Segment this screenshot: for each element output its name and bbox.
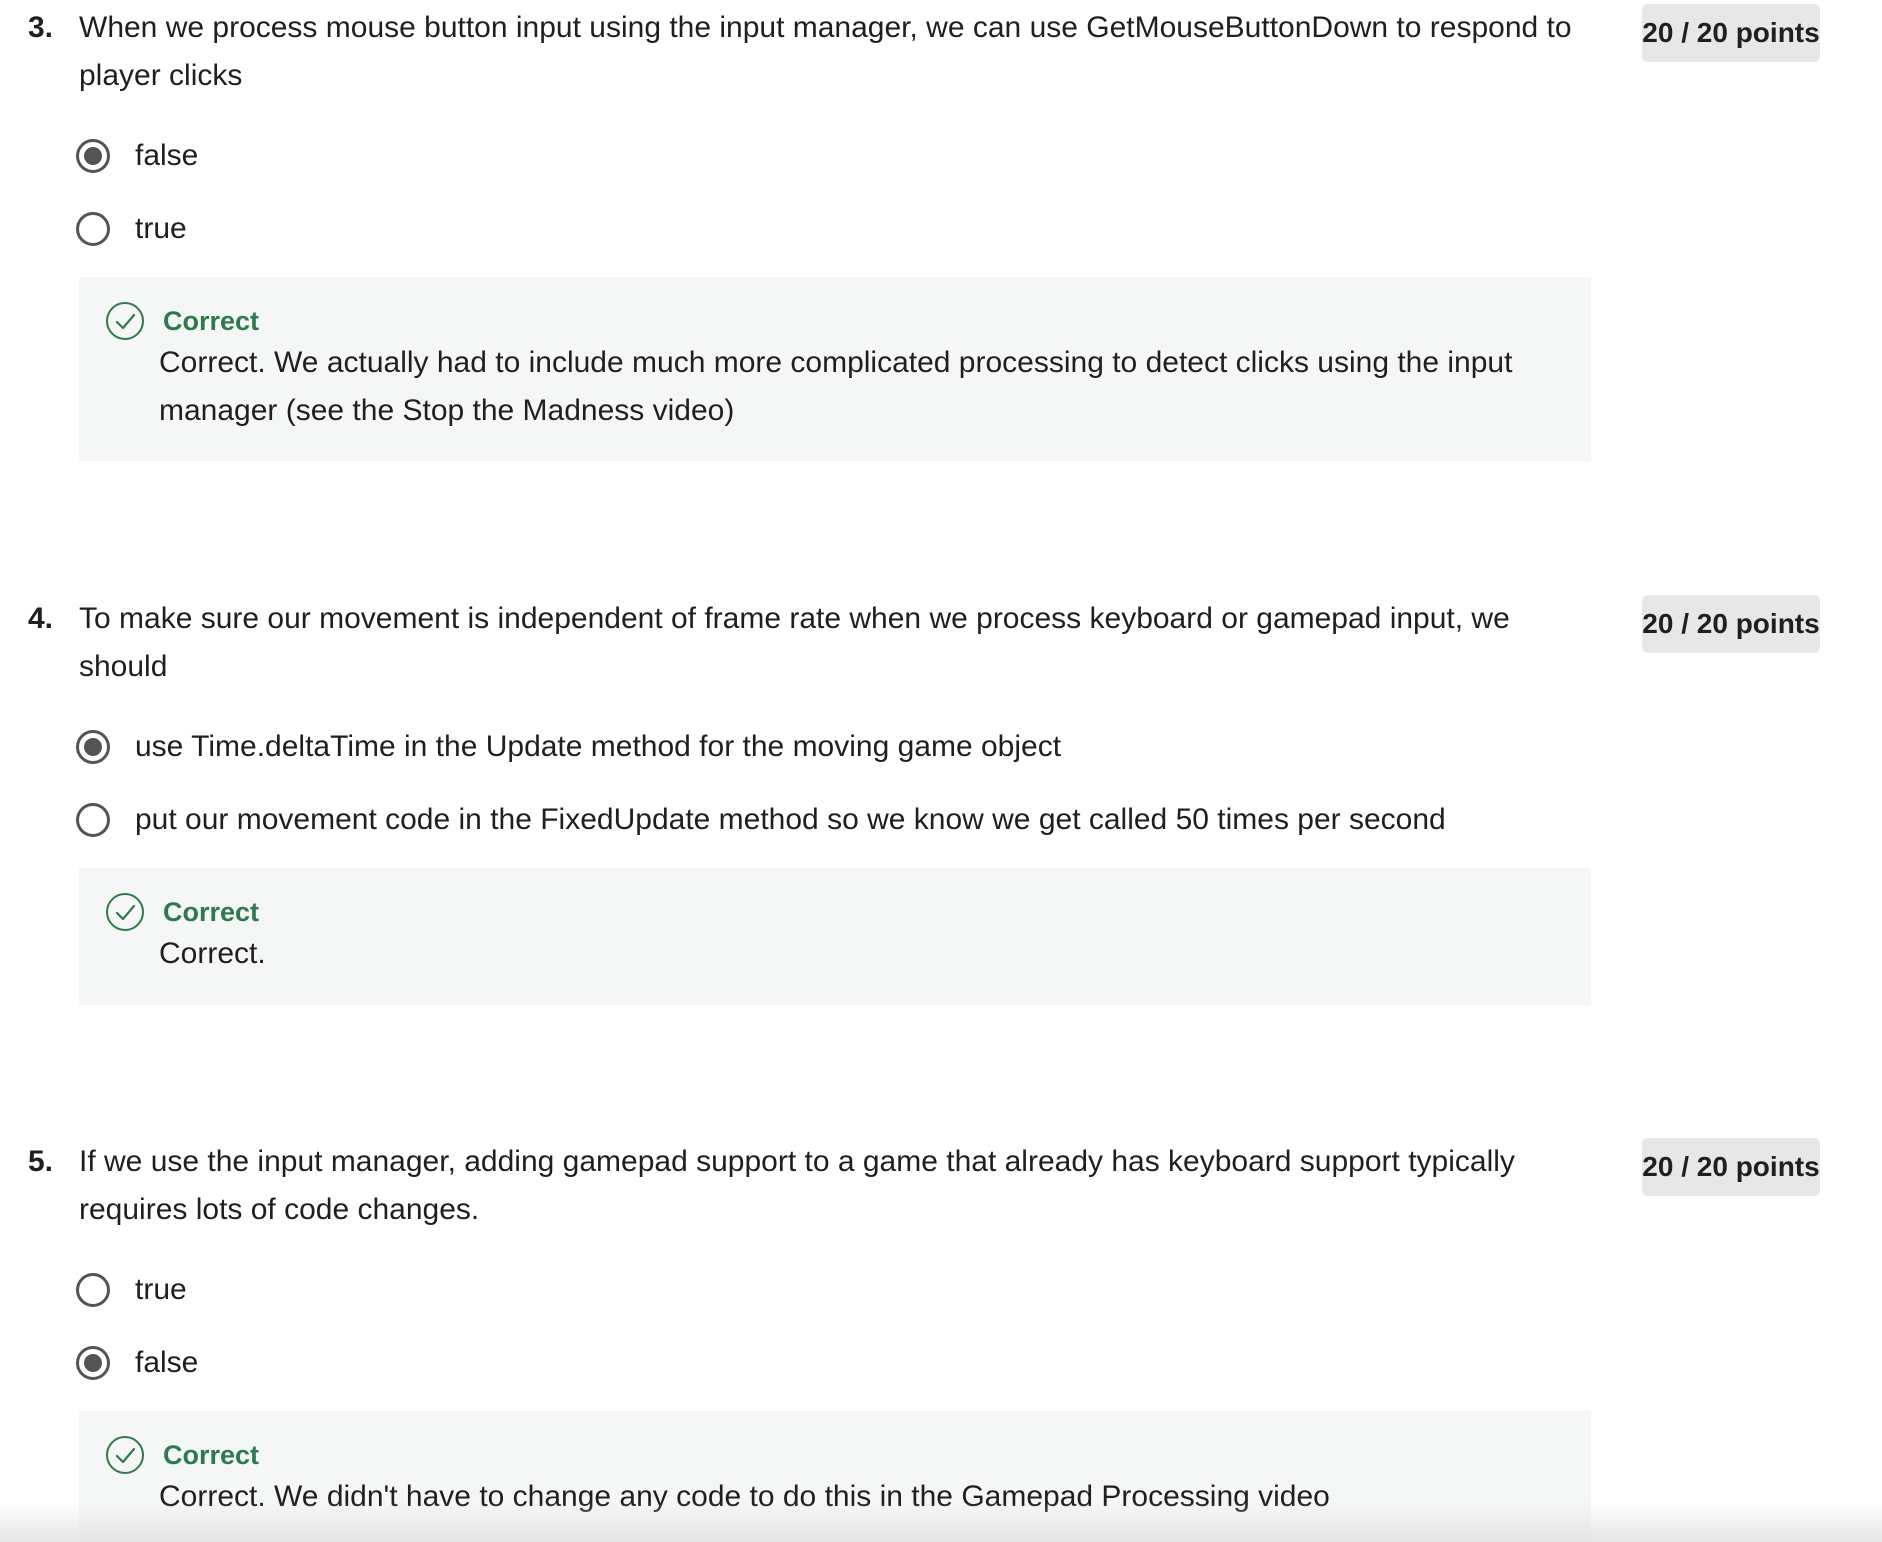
bottom-fade bbox=[0, 1502, 1882, 1542]
feedback-status: Correct bbox=[163, 897, 260, 927]
question-text: When we process mouse button input using… bbox=[79, 11, 1572, 92]
option-use-time-deltatime[interactable]: use Time.deltaTime in the Update method … bbox=[76, 725, 1061, 769]
feedback-header: Correct bbox=[105, 892, 259, 932]
option-label: false bbox=[135, 1346, 199, 1379]
points-badge: 20 / 20 points bbox=[1642, 4, 1820, 62]
option-label: put our movement code in the FixedUpdate… bbox=[135, 803, 1446, 836]
feedback-box: Correct Correct. We actually had to incl… bbox=[79, 277, 1591, 461]
radio-unselected-icon[interactable] bbox=[76, 212, 110, 246]
points-badge: 20 / 20 points bbox=[1642, 1138, 1820, 1196]
option-fixedupdate[interactable]: put our movement code in the FixedUpdate… bbox=[76, 798, 1446, 842]
feedback-text: Correct. We actually had to include much… bbox=[159, 346, 1513, 427]
feedback-header: Correct bbox=[105, 301, 259, 341]
feedback-header: Correct bbox=[105, 1435, 259, 1475]
radio-unselected-icon[interactable] bbox=[76, 803, 110, 837]
radio-selected-icon[interactable] bbox=[76, 730, 110, 764]
feedback-status: Correct bbox=[163, 1440, 260, 1470]
question-number: 3. bbox=[28, 11, 54, 44]
feedback-box: Correct Correct. bbox=[79, 868, 1591, 1005]
option-label: use Time.deltaTime in the Update method … bbox=[135, 730, 1062, 763]
question-text: To make sure our movement is independent… bbox=[79, 602, 1510, 683]
option-false[interactable]: false bbox=[76, 1341, 198, 1385]
option-true[interactable]: true bbox=[76, 1268, 187, 1312]
check-circle-icon bbox=[106, 1436, 144, 1474]
option-label: true bbox=[135, 212, 187, 245]
radio-selected-icon[interactable] bbox=[76, 139, 110, 173]
radio-unselected-icon[interactable] bbox=[76, 1273, 110, 1307]
check-circle-icon bbox=[106, 302, 144, 340]
option-false[interactable]: false bbox=[76, 134, 198, 178]
option-label: true bbox=[135, 1273, 187, 1306]
check-circle-icon bbox=[106, 893, 144, 931]
question-number: 5. bbox=[28, 1145, 54, 1178]
points-badge: 20 / 20 points bbox=[1642, 595, 1820, 653]
option-true[interactable]: true bbox=[76, 207, 187, 251]
question-number: 4. bbox=[28, 602, 54, 635]
quiz-results-page: 3. When we process mouse button input us… bbox=[0, 0, 1882, 1542]
question-text: If we use the input manager, adding game… bbox=[79, 1145, 1515, 1226]
radio-selected-icon[interactable] bbox=[76, 1346, 110, 1380]
option-label: false bbox=[135, 139, 199, 172]
feedback-status: Correct bbox=[163, 306, 260, 336]
feedback-text: Correct. bbox=[159, 937, 266, 970]
